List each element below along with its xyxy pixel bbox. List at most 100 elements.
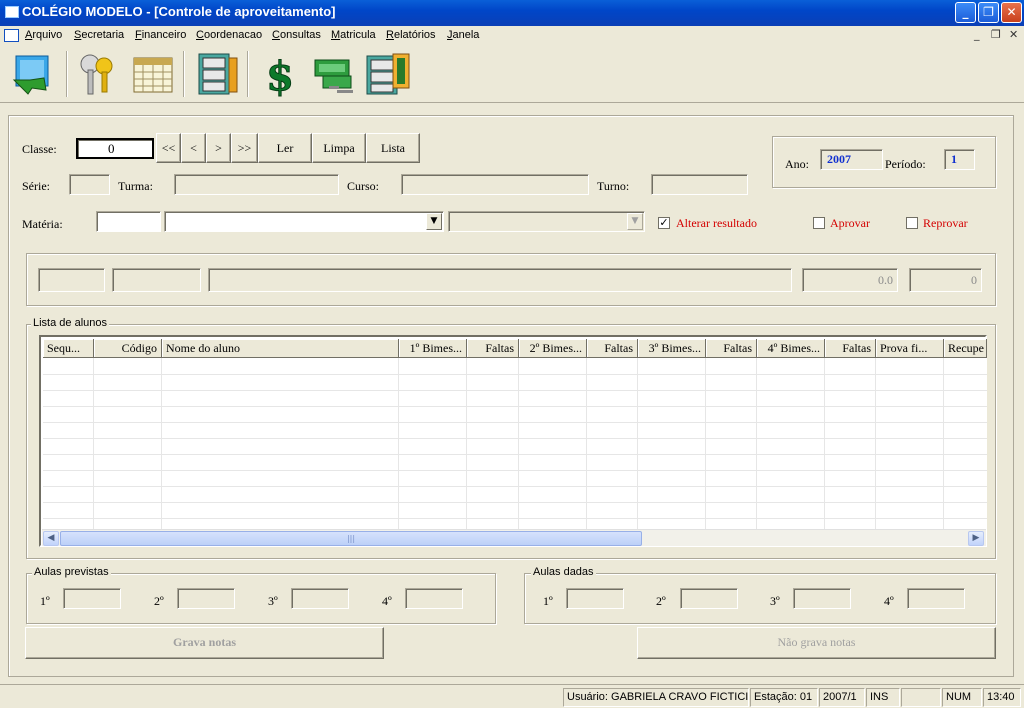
nota-field: 0.0 (802, 268, 898, 292)
chevron-down-icon: ▼ (627, 213, 643, 230)
grid-column (162, 358, 399, 530)
dadas-label-1: 1º (543, 594, 553, 608)
column-header[interactable]: Sequ... (43, 339, 94, 358)
turma-label: Turma: (118, 179, 153, 193)
grid-row-line (43, 406, 987, 407)
limpa-button[interactable]: Limpa (312, 133, 366, 163)
grid-row-line (43, 422, 987, 423)
menu-relatorios[interactable]: Relatórios (386, 29, 436, 41)
keys-icon[interactable] (74, 50, 124, 98)
svg-text:$: $ (266, 53, 294, 98)
previstas-label-1: 1º (40, 594, 50, 608)
mdi-close-icon[interactable]: ✕ (1009, 28, 1018, 41)
previous-record-button[interactable]: < (181, 133, 206, 163)
grid-row-line (43, 518, 987, 519)
menu-consultas[interactable]: Consultas (272, 29, 321, 41)
column-header[interactable]: Faltas (587, 339, 638, 358)
column-header[interactable]: 3º Bimes... (638, 339, 706, 358)
file-cabinet-icon[interactable] (191, 50, 241, 98)
detail-field-3 (208, 268, 792, 292)
column-header[interactable]: 1º Bimes... (399, 339, 467, 358)
grid-row-line (43, 438, 987, 439)
toolbar-separator (247, 51, 249, 97)
nota-value: 0.0 (878, 273, 893, 287)
grid-column (587, 358, 638, 530)
menu-secretaria[interactable]: Secretaria (74, 29, 124, 41)
restore-button[interactable]: ❐ (978, 2, 999, 23)
periodo-field: 1 (944, 149, 975, 170)
students-grid[interactable]: Sequ... Código Nome do aluno 1º Bimes...… (39, 335, 987, 547)
aulas-previstas-title: Aulas previstas (32, 566, 111, 578)
turno-field (651, 174, 748, 195)
column-header[interactable]: Recupe (944, 339, 987, 358)
ler-button[interactable]: Ler (258, 133, 312, 163)
toolbar-separator (183, 51, 185, 97)
next-record-button[interactable]: > (206, 133, 231, 163)
first-record-button[interactable]: << (156, 133, 181, 163)
scroll-left-icon[interactable]: ◀ (43, 531, 59, 546)
last-record-button[interactable]: >> (231, 133, 258, 163)
aprovar-checkbox[interactable] (813, 217, 825, 229)
scroll-thumb[interactable]: ||| (60, 531, 642, 546)
status-empty (901, 688, 941, 707)
nao-grava-notas-button[interactable]: Não grava notas (637, 627, 996, 659)
dadas-field-1 (566, 588, 624, 609)
menu-matricula[interactable]: Matricula (331, 29, 376, 41)
toolbar-separator (66, 51, 68, 97)
money-transfer-icon[interactable] (309, 50, 359, 98)
menu-financeiro[interactable]: Financeiro (135, 29, 186, 41)
column-header[interactable]: 2º Bimes... (519, 339, 587, 358)
menu-arquivo[interactable]: Arquivo (25, 29, 62, 41)
column-header[interactable]: Faltas (706, 339, 757, 358)
periodo-value: 1 (951, 152, 957, 166)
lista-button[interactable]: Lista (366, 133, 420, 163)
column-header[interactable]: Prova fi... (876, 339, 944, 358)
materia-label: Matéria: (22, 217, 63, 231)
archive-cabinet-icon[interactable] (363, 50, 413, 98)
materia-code-input[interactable] (96, 211, 161, 232)
calendar-icon[interactable] (128, 50, 178, 98)
turma-field (174, 174, 339, 195)
grid-row-line (43, 486, 987, 487)
ano-field: 2007 (820, 149, 883, 170)
reprovar-checkbox[interactable] (906, 217, 918, 229)
previstas-field-4 (405, 588, 463, 609)
column-header[interactable]: 4º Bimes... (757, 339, 825, 358)
materia-select[interactable]: ▼ (164, 211, 444, 232)
grid-column (94, 358, 162, 530)
grid-column (825, 358, 876, 530)
scroll-right-icon[interactable]: ▶ (968, 531, 984, 546)
alterar-resultado-label: Alterar resultado (676, 216, 757, 230)
grid-row-line (43, 374, 987, 375)
grid-row-line (43, 454, 987, 455)
dadas-field-3 (793, 588, 851, 609)
grid-column (876, 358, 944, 530)
chevron-down-icon[interactable]: ▼ (426, 213, 442, 230)
close-button[interactable]: ✕ (1001, 2, 1022, 23)
grid-column (706, 358, 757, 530)
document-icon[interactable] (4, 29, 19, 42)
horizontal-scrollbar[interactable]: ◀ ||| ▶ (42, 529, 986, 546)
exit-icon[interactable] (10, 50, 60, 98)
status-periodo: 2007/1 (819, 688, 865, 707)
grava-notas-button[interactable]: Grava notas (25, 627, 384, 659)
column-header[interactable]: Faltas (467, 339, 519, 358)
grid-column (519, 358, 587, 530)
minimize-button[interactable]: _ (955, 2, 976, 23)
alterar-resultado-checkbox[interactable]: ✓ (658, 217, 670, 229)
menu-coordenacao[interactable]: Coordenacao (196, 29, 262, 41)
column-header[interactable]: Faltas (825, 339, 876, 358)
mdi-restore-icon[interactable]: ❐ (991, 28, 1001, 41)
column-header[interactable]: Nome do aluno (162, 339, 399, 358)
previstas-field-3 (291, 588, 349, 609)
dollar-icon[interactable]: $ (255, 50, 305, 99)
aulas-dadas-title: Aulas dadas (531, 566, 596, 578)
menu-janela[interactable]: Janela (447, 29, 479, 41)
classe-input[interactable]: 0 (76, 138, 154, 159)
column-header[interactable]: Código (94, 339, 162, 358)
previstas-field-1 (63, 588, 121, 609)
toolbar: $ (0, 45, 1024, 103)
mdi-minimize-icon[interactable]: _ (974, 28, 980, 41)
serie-label: Série: (22, 179, 50, 193)
previstas-label-4: 4º (382, 594, 392, 608)
